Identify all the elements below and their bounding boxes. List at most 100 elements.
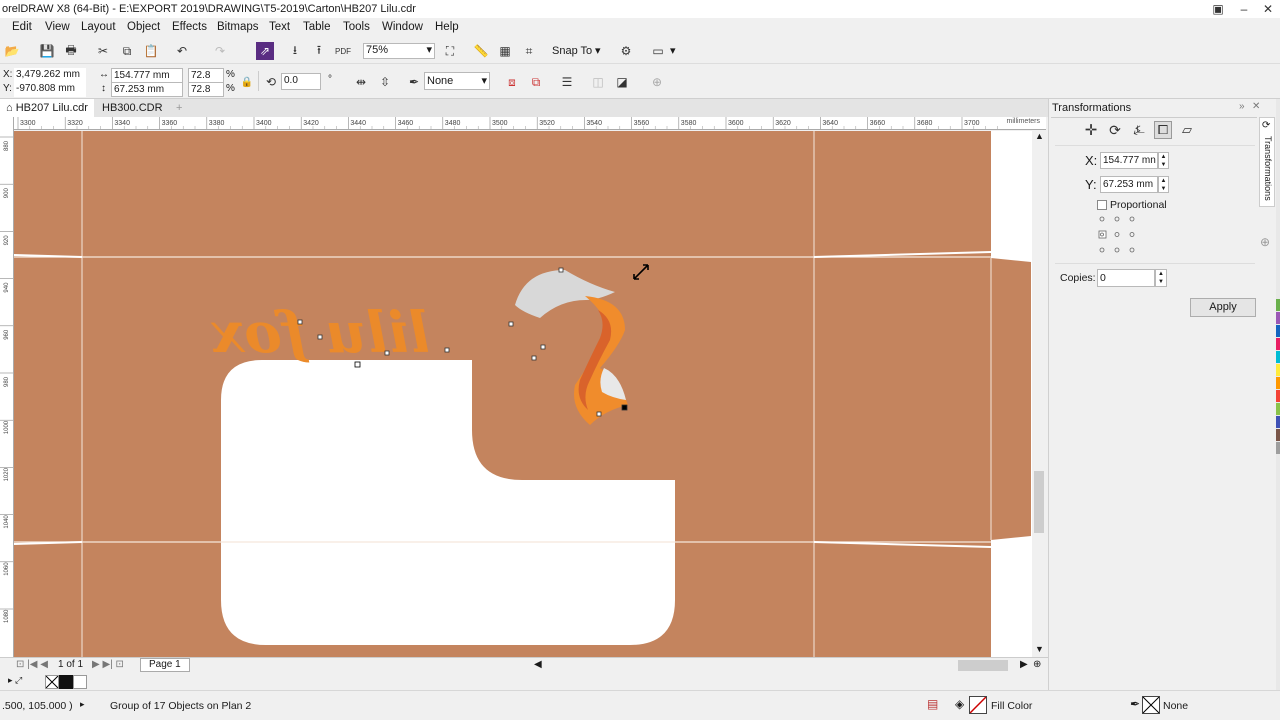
outline-width-select[interactable]: None ▾ [424,72,490,90]
save-icon[interactable]: 💾 [38,42,56,60]
close-icon[interactable]: ✕ [1252,101,1260,112]
copies-field[interactable]: 0 [1097,269,1155,287]
mirror-horizontal-icon[interactable]: ⇹ [352,73,370,91]
drawing-canvas[interactable]: lilu fox [14,131,1032,657]
paste-icon[interactable]: 📋 [142,42,160,60]
application-launcher-icon[interactable]: ▭ [649,42,667,60]
palette-swatch[interactable] [1276,312,1280,324]
transformations-side-tab[interactable]: ⟳ Transformations [1259,117,1275,207]
menu-help[interactable]: Help [435,21,459,33]
palette-swatch[interactable] [1276,442,1280,454]
lock-ratio-icon[interactable]: 🔒 [238,73,256,91]
scale-width-field[interactable]: 72.8 [188,68,224,83]
scroll-left-icon[interactable]: ◀ [534,659,542,670]
expand-icon[interactable]: » [1239,101,1245,112]
size-icon[interactable]: ⧠ [1154,121,1172,139]
corel-connect-icon[interactable]: ⇗ [256,42,274,60]
palette-swatch[interactable] [1276,377,1280,389]
outline-color-swatch[interactable] [1142,696,1160,714]
x-spinner[interactable]: ▲ ▼ [1158,152,1169,169]
fill-bucket-icon[interactable]: ◈ [955,697,964,711]
palette-menu-icon[interactable]: ▸ ⤢ [8,675,22,686]
scroll-right-icon[interactable]: ▶ [1020,659,1028,670]
palette-swatch[interactable] [1276,325,1280,337]
menu-text[interactable]: Text [269,21,290,33]
fill-color-swatch[interactable] [969,696,987,714]
menu-edit[interactable]: Edit [12,21,32,33]
x-field[interactable]: 154.777 mn [1100,152,1158,169]
palette-swatch[interactable] [1276,429,1280,441]
x-position-field[interactable]: 3,479.262 mm [14,68,86,83]
menu-effects[interactable]: Effects [172,21,207,33]
chevron-down-icon[interactable]: ▾ [595,44,601,57]
zoom-select[interactable]: 75% ▾ [363,43,435,59]
pdf-icon[interactable]: PDF [334,42,352,60]
trim-icon[interactable]: ◪ [613,73,631,91]
scroll-thumb[interactable] [1034,471,1044,533]
color-palette[interactable] [1276,99,1280,690]
palette-swatch[interactable] [1276,299,1280,311]
skew-icon[interactable]: ▱ [1178,121,1196,139]
page-nav-icons[interactable]: ⊡ |◀ ◀ [16,659,48,670]
y-field[interactable]: 67.253 mm [1100,176,1158,193]
anchor-grid[interactable] [1098,215,1138,255]
mirror-vertical-icon[interactable]: ⇳ [376,73,394,91]
weld-icon[interactable]: ◫ [589,73,607,91]
page-nav-next-icons[interactable]: ▶ ▶| ⊡ [92,659,124,670]
proportional-checkbox[interactable] [1097,200,1107,210]
full-screen-icon[interactable]: ⛶ [441,42,459,60]
palette-swatch[interactable] [1276,390,1280,402]
new-tab-icon[interactable]: + [170,99,188,117]
scale-height-field[interactable]: 72.8 [188,82,224,97]
position-icon[interactable]: ✛ [1082,121,1100,139]
open-icon[interactable]: 📂 [3,42,21,60]
scroll-down-icon[interactable]: ▼ [1035,644,1044,654]
palette-swatch[interactable] [1276,416,1280,428]
palette-swatch[interactable] [1276,364,1280,376]
break-apart-icon[interactable]: ⧉ [527,73,545,91]
minimize-icon[interactable]: – [1232,0,1256,18]
horizontal-ruler[interactable]: 3300 3320 3340 3360 3380 3400 3420 3440 3460 3480… [14,117,1046,130]
menu-window[interactable]: Window [382,21,423,33]
guidelines-icon[interactable]: ⌗ [520,42,538,60]
menu-view[interactable]: View [45,21,70,33]
vertical-ruler[interactable]: 880 900 920 940 960 980 1000 1020 1040 1060 1080 [0,117,14,657]
chevron-down-icon[interactable]: ▾ [670,44,676,57]
copy-icon[interactable]: ⧉ [118,42,136,60]
color-proof-icon[interactable]: ▤ [927,697,938,711]
menu-layout[interactable]: Layout [81,21,116,33]
export-icon[interactable]: ⭱ [310,42,328,60]
add-icon[interactable]: ⊕ [648,73,666,91]
h-scroll-thumb[interactable] [958,660,1008,671]
close-icon[interactable]: ✕ [1256,0,1280,18]
copies-spinner[interactable]: ▲ ▼ [1155,269,1167,287]
menu-tools[interactable]: Tools [343,21,370,33]
zoom-icon[interactable]: ⊕ [1033,659,1041,670]
height-field[interactable]: 67.253 mm [111,82,183,97]
palette-swatch[interactable] [1276,338,1280,350]
options-gear-icon[interactable]: ⚙ [617,42,635,60]
scroll-up-icon[interactable]: ▲ [1035,131,1044,141]
rotate-icon[interactable]: ⟳ [1106,121,1124,139]
add-docker-icon[interactable]: ⊕ [1260,235,1270,249]
vertical-scrollbar[interactable]: ▲ ▼ [1032,131,1046,657]
menu-table[interactable]: Table [303,21,331,33]
cut-icon[interactable]: ✂ [94,42,112,60]
undo-icon[interactable]: ↶ [173,42,191,60]
black-swatch[interactable] [59,675,73,689]
combine-icon[interactable]: ⧈ [503,73,521,91]
apply-button[interactable]: Apply [1190,298,1256,317]
redo-icon[interactable]: ↷ [211,42,229,60]
grid-icon[interactable]: ▦ [496,42,514,60]
y-spinner[interactable]: ▲ ▼ [1158,176,1169,193]
print-icon[interactable]: 🖶 [62,42,80,60]
scale-mirror-icon[interactable]: ⍼ [1130,121,1148,139]
rulers-icon[interactable]: 📏 [472,42,490,60]
menu-object[interactable]: Object [127,21,160,33]
tab-hb207[interactable]: ⌂ HB207 Lilu.cdr [0,99,94,117]
import-icon[interactable]: ⭳ [286,42,304,60]
page-tab[interactable]: Page 1 [140,658,190,672]
y-position-field[interactable]: -970.808 mm [14,82,86,97]
no-color-swatch[interactable] [45,675,59,689]
tab-hb300[interactable]: HB300.CDR [96,99,168,117]
